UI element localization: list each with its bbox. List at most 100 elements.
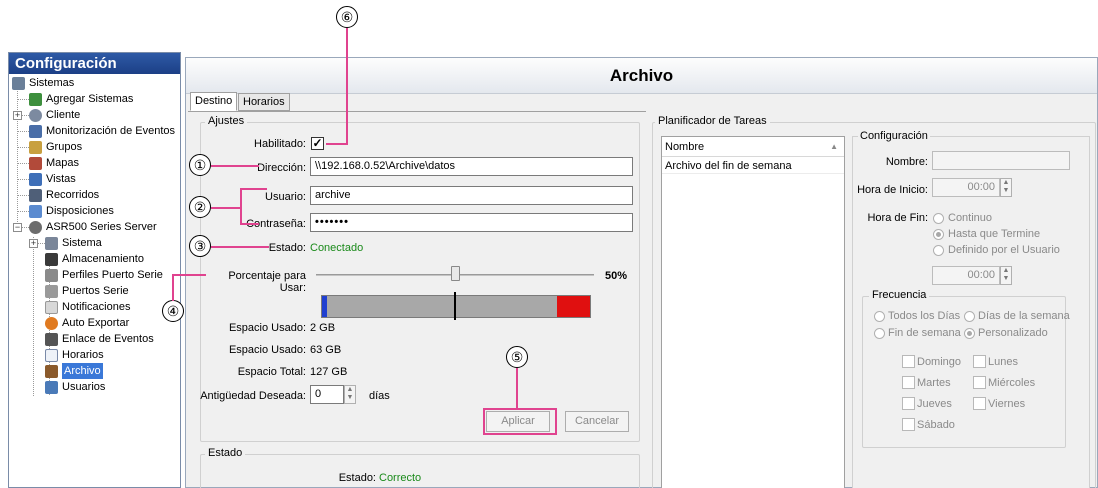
tree-item-cliente[interactable]: Cliente (29, 107, 80, 123)
tab-destino[interactable]: Destino (190, 92, 238, 111)
martes-checkbox[interactable] (902, 376, 915, 389)
client-gear-icon (29, 108, 42, 122)
tree-item-label: Grupos (46, 141, 83, 153)
serial-port-icon (45, 284, 58, 298)
hasta-que-termine-label: Hasta que Termine (948, 228, 1041, 240)
callout-line (211, 165, 259, 167)
espacio-total-value: 127 GB (310, 366, 348, 378)
callout-line (240, 223, 259, 225)
task-list: Nombre ▲ Archivo del fin de semana (661, 136, 845, 488)
tree-item-sistema[interactable]: Sistema (45, 235, 102, 251)
event-link-icon (45, 332, 58, 346)
porcentaje-value: 50% (605, 270, 628, 282)
callout-line (211, 246, 269, 248)
callout-line (326, 143, 348, 145)
tree-item-label: Mapas (46, 157, 80, 169)
tree-item-asr500-server[interactable]: ASR500 Series Server (29, 219, 157, 235)
archive-settings-panel: Archivo Destino Horarios Ajustes Habilit… (185, 57, 1098, 488)
definido-usuario-label: Definido por el Usuario (948, 244, 1060, 256)
hora-fin-field[interactable]: 00:00 (932, 266, 1000, 285)
hora-inicio-stepper[interactable]: ▲ ▼ (1000, 178, 1012, 197)
miercoles-checkbox[interactable] (973, 376, 986, 389)
martes-label: Martes (917, 377, 951, 389)
tree-item-sistemas[interactable]: Sistemas (12, 75, 74, 91)
collapse-server-toggle[interactable]: − (13, 223, 22, 232)
domingo-label: Domingo (917, 356, 962, 368)
task-list-header[interactable]: Nombre ▲ (662, 137, 844, 157)
continuo-radio[interactable] (933, 213, 944, 224)
systems-icon (12, 76, 25, 90)
contrasena-field[interactable]: ••••••• (310, 213, 633, 232)
callout-2: ② (189, 196, 211, 218)
tree-item-vistas[interactable]: Vistas (29, 171, 76, 187)
tree-item-agregar-sistemas[interactable]: Agregar Sistemas (29, 91, 133, 107)
tree-item-puertos-serie[interactable]: Puertos Serie (45, 283, 129, 299)
tab-horarios[interactable]: Horarios (238, 93, 290, 111)
expand-cliente-toggle[interactable]: + (13, 111, 22, 120)
usuario-field[interactable]: archive (310, 186, 633, 205)
tree-item-archivo[interactable]: Archivo (45, 363, 103, 379)
archive-icon (45, 364, 58, 378)
task-column-nombre: Nombre (665, 141, 705, 153)
porcentaje-slider-thumb[interactable] (451, 266, 460, 281)
callout-line (346, 28, 348, 145)
tree-item-label: Auto Exportar (62, 317, 130, 329)
tree-item-enlace-eventos[interactable]: Enlace de Eventos (45, 331, 154, 347)
sabado-checkbox[interactable] (902, 418, 915, 431)
ajustes-group-title: Ajustes (205, 115, 248, 127)
tree-item-mapas[interactable]: Mapas (29, 155, 79, 171)
tree-item-label: Sistemas (29, 77, 75, 89)
cancelar-button[interactable]: Cancelar (565, 411, 629, 432)
definido-usuario-radio[interactable] (933, 245, 944, 256)
hora-fin-stepper[interactable]: ▲ ▼ (1000, 266, 1012, 285)
storage-used-blue-segment (322, 296, 327, 317)
expand-sistema-toggle[interactable]: + (29, 239, 38, 248)
tree-item-auto-exportar[interactable]: Auto Exportar (45, 315, 129, 331)
hasta-que-termine-radio[interactable] (933, 229, 944, 240)
tree-item-label: Archivo (62, 363, 103, 379)
groups-icon (29, 140, 42, 154)
espacio-usado-value: 2 GB (310, 322, 336, 334)
jueves-checkbox[interactable] (902, 397, 915, 410)
auto-export-icon (45, 316, 58, 330)
viernes-label: Viernes (988, 398, 1026, 410)
personalizado-label: Personalizado (978, 327, 1048, 339)
personalizado-radio[interactable] (964, 328, 975, 339)
tree-item-disposiciones[interactable]: Disposiciones (29, 203, 114, 219)
tours-icon (29, 188, 42, 202)
task-row[interactable]: Archivo del fin de semana (662, 158, 844, 174)
nombre-field[interactable] (932, 151, 1070, 170)
antiguedad-field[interactable]: 0 (310, 385, 344, 404)
notification-icon (45, 300, 58, 314)
direccion-field[interactable]: \\192.168.0.52\Archive\datos (310, 157, 633, 176)
tree-item-notificaciones[interactable]: Notificaciones (45, 299, 130, 315)
habilitado-label: Habilitado: (254, 138, 306, 150)
habilitado-checkbox[interactable]: ✓ (311, 137, 324, 150)
maps-icon (29, 156, 42, 170)
tree-item-perfiles-puerto-serie[interactable]: Perfiles Puerto Serie (45, 267, 163, 283)
domingo-checkbox[interactable] (902, 355, 915, 368)
system-icon (45, 236, 58, 250)
layouts-icon (29, 204, 42, 218)
tree-item-recorridos[interactable]: Recorridos (29, 187, 99, 203)
nombre-label: Nombre: (885, 156, 928, 168)
dias-semana-radio[interactable] (964, 311, 975, 322)
views-icon (29, 172, 42, 186)
tree-item-monitorizacion[interactable]: Monitorización de Eventos (29, 123, 175, 139)
tree-item-horarios[interactable]: Horarios (45, 347, 104, 363)
antiguedad-stepper[interactable]: ▲ ▼ (344, 385, 356, 404)
callout-6: ⑥ (336, 6, 358, 28)
viernes-checkbox[interactable] (973, 397, 986, 410)
storage-threshold-marker (454, 292, 456, 320)
tree-item-grupos[interactable]: Grupos (29, 139, 82, 155)
lunes-checkbox[interactable] (973, 355, 986, 368)
hora-inicio-field[interactable]: 00:00 (932, 178, 1000, 197)
hora-inicio-label: Hora de Inicio: (857, 184, 928, 196)
callout-4: ④ (162, 300, 184, 322)
fin-de-semana-radio[interactable] (874, 328, 885, 339)
tree-item-label: Puertos Serie (62, 285, 129, 297)
configuration-title: Configuración (9, 53, 180, 74)
todos-los-dias-radio[interactable] (874, 311, 885, 322)
tree-item-usuarios[interactable]: Usuarios (45, 379, 105, 395)
tree-item-almacenamiento[interactable]: Almacenamiento (45, 251, 144, 267)
